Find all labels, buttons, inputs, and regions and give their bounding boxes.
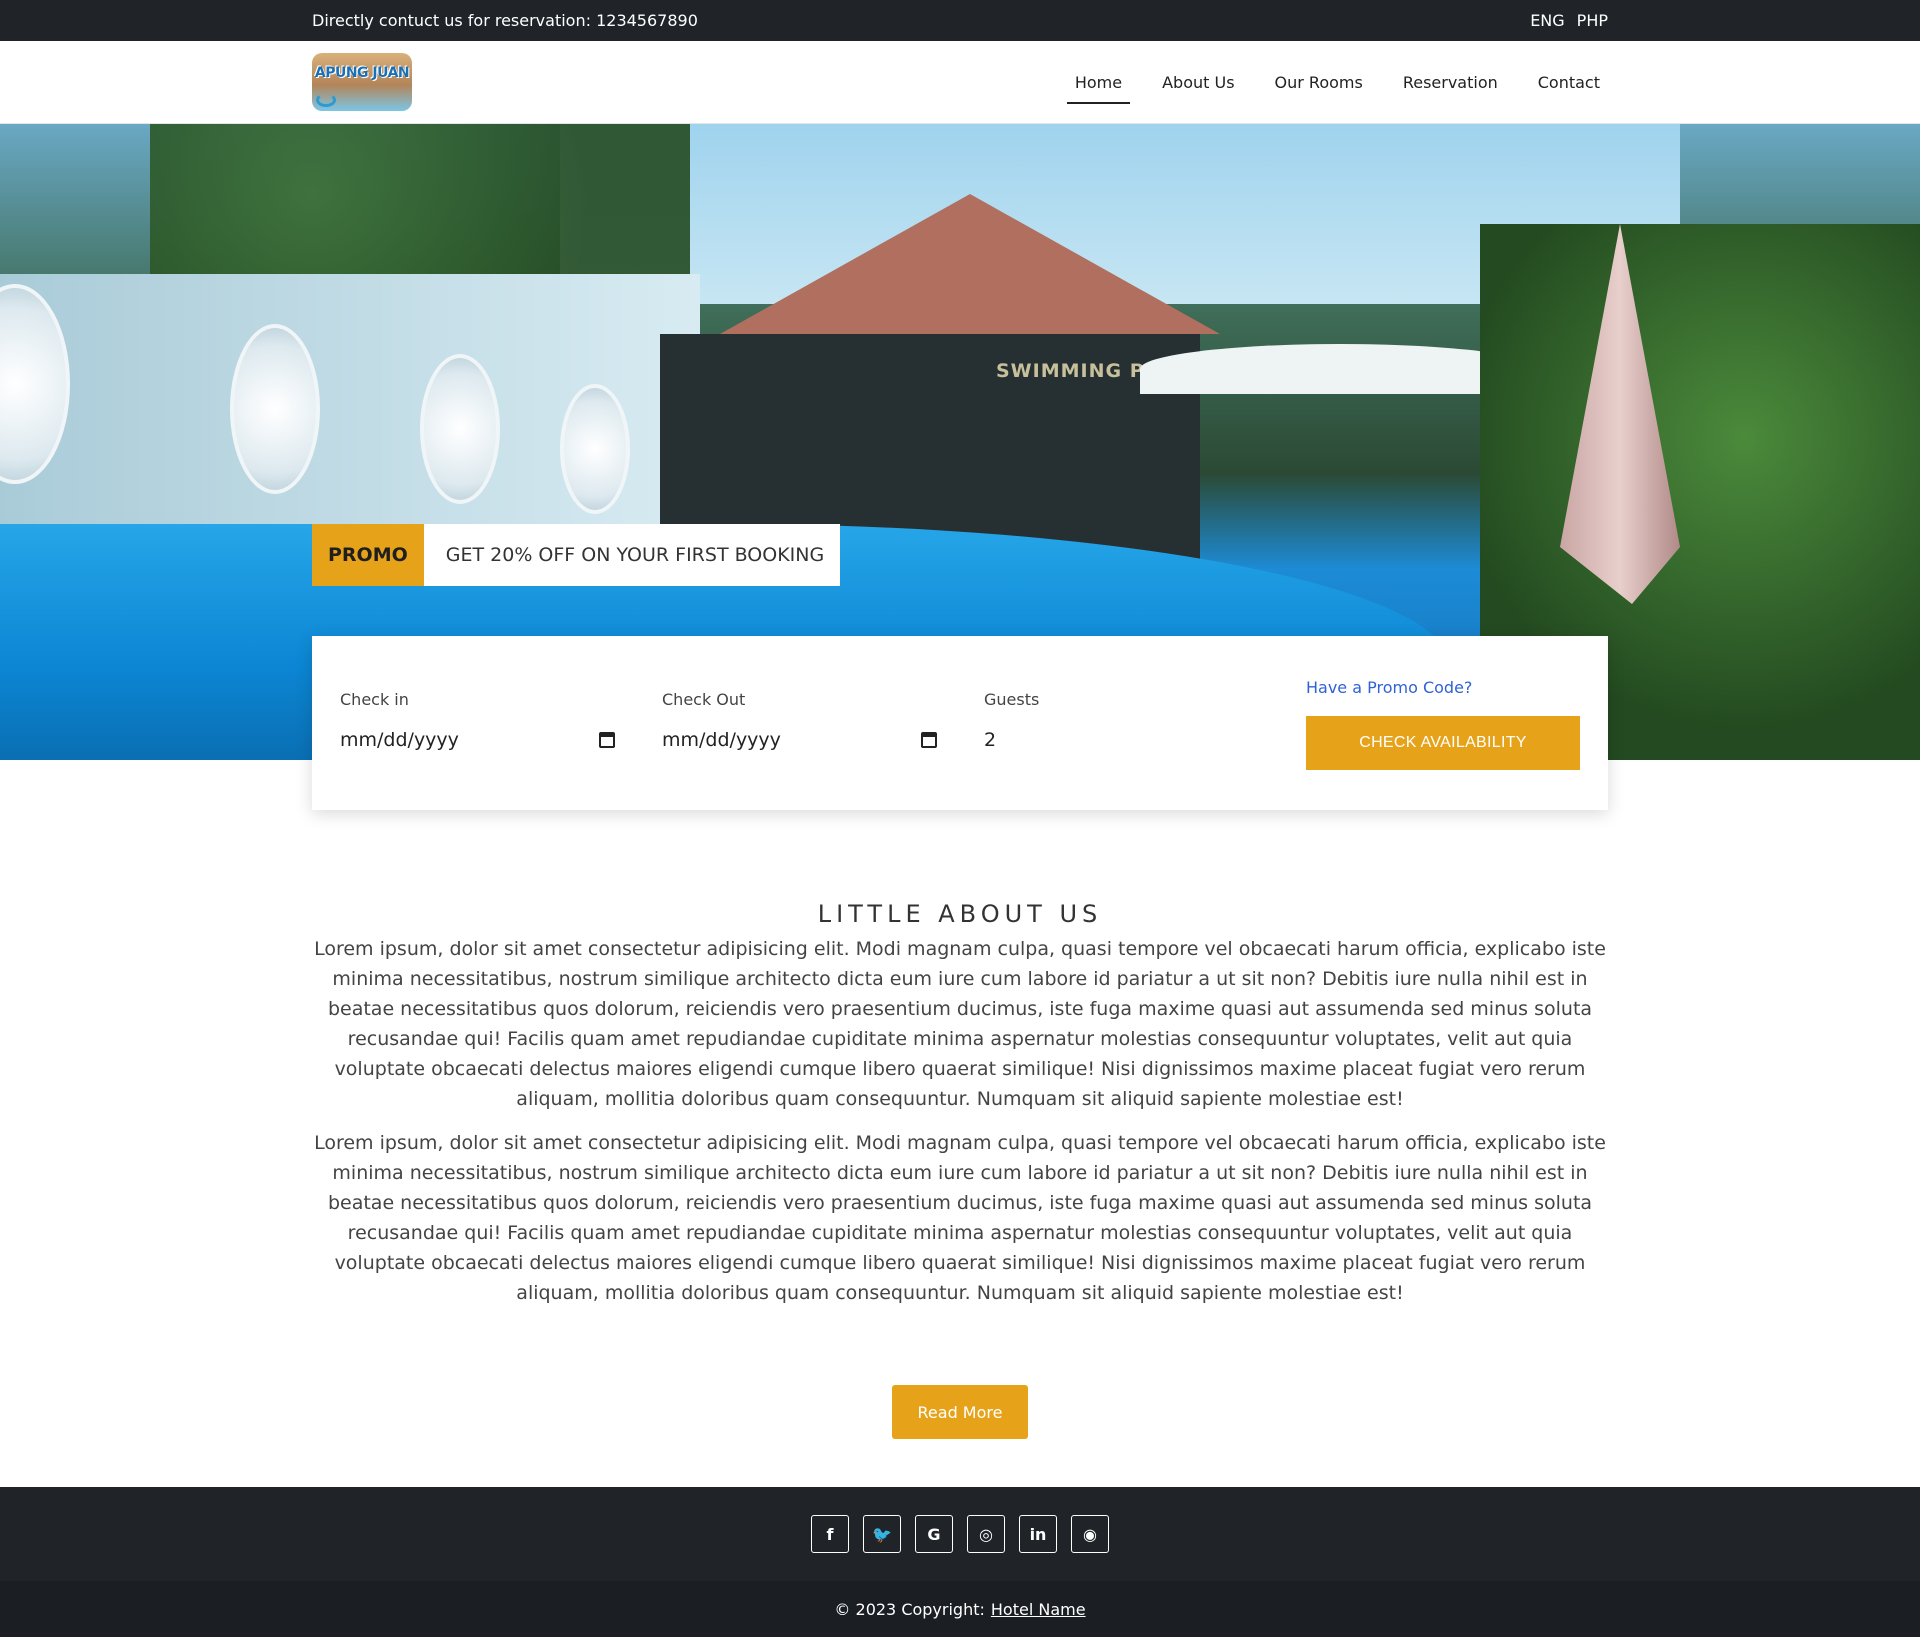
about-section: LITTLE ABOUT US Lorem ipsum, dolor sit a… <box>312 900 1608 1322</box>
footer: f 🐦 G ◎ in ◉ © 2023 Copyright: Hotel Nam… <box>0 1487 1920 1637</box>
top-bar: Directly contuct us for reservation: 123… <box>0 0 1920 41</box>
language-eng-link[interactable]: ENG <box>1530 11 1564 30</box>
check-out-field[interactable]: Check Out mm/dd/yyyy <box>662 690 937 751</box>
about-title: LITTLE ABOUT US <box>817 900 1103 928</box>
primary-nav: Home About Us Our Rooms Reservation Cont… <box>1043 41 1608 124</box>
twitter-icon[interactable]: 🐦 <box>863 1515 901 1553</box>
currency-php-link[interactable]: PHP <box>1577 11 1608 30</box>
google-icon[interactable]: G <box>915 1515 953 1553</box>
calendar-icon[interactable] <box>921 732 937 748</box>
guests-input[interactable]: 2 <box>984 729 996 751</box>
hero-swimming-pool-sign: SWIMMING PO <box>996 360 1162 382</box>
check-in-input[interactable]: mm/dd/yyyy <box>340 729 459 751</box>
calendar-icon[interactable] <box>599 732 615 748</box>
github-icon[interactable]: ◉ <box>1071 1515 1109 1553</box>
guests-field[interactable]: Guests 2 <box>984 690 1259 751</box>
booking-form: Check in mm/dd/yyyy Check Out mm/dd/yyyy… <box>312 636 1608 810</box>
check-out-label: Check Out <box>662 690 746 709</box>
nav-home[interactable]: Home <box>1066 63 1131 104</box>
nav-about-us[interactable]: About Us <box>1154 63 1242 102</box>
guests-label: Guests <box>984 690 1040 709</box>
promo-message: GET 20% OFF ON YOUR FIRST BOOKING <box>423 524 841 586</box>
wall-medallion <box>560 384 630 514</box>
instagram-icon[interactable]: ◎ <box>967 1515 1005 1553</box>
promo-banner: PROMO GET 20% OFF ON YOUR FIRST BOOKING <box>312 524 841 586</box>
hero-roof <box>720 194 1220 334</box>
promo-tag: PROMO <box>312 524 424 586</box>
linkedin-icon[interactable]: in <box>1019 1515 1057 1553</box>
check-out-input[interactable]: mm/dd/yyyy <box>662 729 781 751</box>
nav-contact[interactable]: Contact <box>1530 63 1608 102</box>
check-availability-button[interactable]: CHECK AVAILABILITY <box>1306 716 1580 770</box>
nav-our-rooms[interactable]: Our Rooms <box>1267 63 1371 102</box>
wave-icon <box>316 93 336 107</box>
check-in-field[interactable]: Check in mm/dd/yyyy <box>340 690 615 751</box>
wall-medallion <box>420 354 500 504</box>
check-in-label: Check in <box>340 690 409 709</box>
promo-code-link[interactable]: Have a Promo Code? <box>1306 678 1472 697</box>
copyright-bar: © 2023 Copyright: Hotel Name <box>0 1581 1920 1637</box>
facebook-icon[interactable]: f <box>811 1515 849 1553</box>
social-links: f 🐦 G ◎ in ◉ <box>0 1515 1920 1553</box>
about-paragraph: Lorem ipsum, dolor sit amet consectetur … <box>314 1132 1606 1304</box>
main-navbar: APUNG JUAN Home About Us Our Rooms Reser… <box>0 41 1920 124</box>
about-paragraph: Lorem ipsum, dolor sit amet consectetur … <box>314 938 1606 1110</box>
wall-medallion <box>230 324 320 494</box>
hotel-logo[interactable]: APUNG JUAN <box>312 53 412 111</box>
logo-text: APUNG JUAN <box>314 65 410 81</box>
reservation-contact-text: Directly contuct us for reservation: 123… <box>312 11 698 30</box>
nav-reservation[interactable]: Reservation <box>1395 63 1506 102</box>
hotel-name-link[interactable]: Hotel Name <box>991 1600 1086 1619</box>
read-more-button[interactable]: Read More <box>892 1385 1028 1439</box>
copyright-text: © 2023 Copyright: <box>834 1599 985 1619</box>
language-currency-switcher: ENG PHP <box>1530 11 1608 30</box>
